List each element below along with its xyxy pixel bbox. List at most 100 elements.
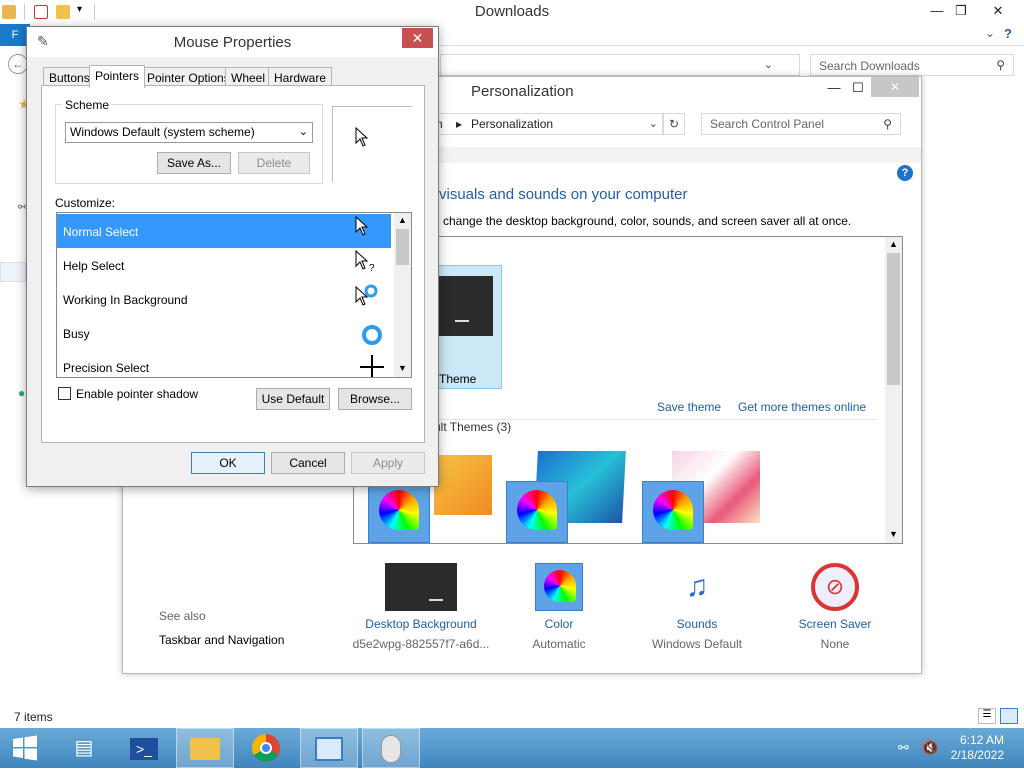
sounds-label[interactable]: Sounds	[627, 617, 767, 631]
pointer-list[interactable]: Normal Select Help Select ? Working In B…	[56, 212, 412, 378]
nav-pane-item[interactable]	[0, 262, 26, 282]
tab-hardware[interactable]: Hardware	[268, 67, 333, 87]
close-button[interactable]: ✕	[871, 77, 919, 97]
my-theme-tile[interactable]: Theme	[438, 265, 502, 389]
scroll-down-icon[interactable]: ▼	[889, 529, 898, 539]
mouse-properties-dialog: ✎ Mouse Properties ✕ Buttons Pointers Po…	[26, 26, 439, 487]
address-bar[interactable]: n ▸ Personalization ⌄	[433, 113, 663, 135]
apply-button[interactable]: Apply	[351, 452, 425, 474]
scheme-select[interactable]: Windows Default (system scheme) ⌄	[65, 122, 313, 143]
close-button[interactable]: ✕	[983, 0, 1013, 22]
search-placeholder: Search Control Panel	[710, 117, 825, 131]
close-button[interactable]: ✕	[402, 28, 433, 48]
page-heading: visuals and sounds on your computer	[439, 186, 688, 203]
globe-icon[interactable]: ●	[18, 386, 25, 400]
customize-label: Customize:	[55, 196, 116, 210]
scrollbar-thumb[interactable]	[887, 253, 900, 385]
desktop-background-label[interactable]: Desktop Background	[351, 617, 491, 631]
file-explorer-icon[interactable]	[176, 728, 234, 768]
desktop-background-item[interactable]: Desktop Background d5e2wpg-882557f7-a6d.…	[351, 563, 491, 651]
list-item-label: Precision Select	[63, 361, 150, 375]
volume-muted-icon[interactable]: 🔇	[922, 740, 938, 756]
tab-wheel[interactable]: Wheel	[225, 67, 272, 87]
help-icon[interactable]: ?	[1004, 26, 1012, 41]
scrollbar-thumb[interactable]	[396, 229, 409, 265]
details-view-icon[interactable]: ☰	[978, 708, 996, 724]
ok-button[interactable]: OK	[191, 452, 265, 474]
address-bar[interactable]: ⌄ ↻	[440, 54, 821, 76]
see-also-label: See also	[159, 609, 206, 623]
theme-color-swatch[interactable]	[642, 481, 704, 543]
restore-button[interactable]: ❐	[946, 0, 976, 22]
theme-color-swatch[interactable]	[368, 481, 430, 543]
clock-time: 6:12 AM	[959, 733, 1004, 747]
taskbar-navigation-link[interactable]: Taskbar and Navigation	[159, 633, 284, 647]
save-theme-link[interactable]: Save theme	[657, 400, 721, 414]
get-more-themes-link[interactable]: Get more themes online	[738, 400, 866, 414]
save-as-button[interactable]: Save As...	[157, 152, 231, 174]
help-icon[interactable]: ?	[897, 165, 913, 181]
chevron-down-icon: ⌄	[298, 126, 308, 138]
theme-thumbnail	[439, 276, 493, 336]
cancel-button[interactable]: Cancel	[271, 452, 345, 474]
scroll-up-icon[interactable]: ▲	[398, 215, 407, 225]
chrome-icon[interactable]	[238, 728, 294, 768]
color-item[interactable]: Color Automatic	[489, 563, 629, 651]
search-downloads-input[interactable]: Search Downloads ⚲	[810, 54, 1014, 76]
list-item-working-in-background[interactable]: Working In Background	[57, 282, 391, 316]
delete-button[interactable]: Delete	[238, 152, 310, 174]
thumbnail-logo	[429, 599, 443, 601]
color-fan-icon	[653, 490, 693, 530]
network-tray-icon[interactable]: ⚯	[898, 740, 909, 756]
theme-windows-thumbnail[interactable]	[434, 455, 492, 515]
expand-ribbon-icon[interactable]: ⌄	[985, 26, 995, 40]
address-dropdown-icon[interactable]: ⌄	[764, 58, 773, 71]
breadcrumb-separator-icon: ▸	[456, 117, 463, 131]
use-default-button[interactable]: Use Default	[256, 388, 330, 410]
address-dropdown-icon[interactable]: ⌄	[649, 117, 658, 130]
sounds-icon: ♫	[685, 570, 709, 603]
scroll-up-icon[interactable]: ▲	[889, 239, 898, 249]
control-panel-icon[interactable]	[300, 728, 358, 768]
color-label[interactable]: Color	[489, 617, 629, 631]
start-button[interactable]	[0, 728, 50, 768]
color-fan-icon	[379, 490, 419, 530]
refresh-icon[interactable]: ↻	[663, 113, 685, 135]
pointer-list-scrollbar[interactable]: ▲ ▼	[394, 213, 411, 377]
scheme-value: Windows Default (system scheme)	[70, 125, 255, 139]
color-icon	[535, 563, 583, 611]
explorer-titlebar: ▾ Downloads — ❐ ✕	[0, 0, 1024, 24]
search-icon: ⚲	[883, 117, 892, 131]
clock[interactable]: 6:12 AM 2/18/2022	[951, 733, 1004, 763]
screen-saver-value: None	[820, 637, 850, 651]
window-title: Downloads	[474, 3, 550, 20]
mouse-properties-taskbar-icon[interactable]	[362, 728, 420, 768]
themes-scrollbar[interactable]: ▲ ▼	[885, 237, 902, 543]
browse-button[interactable]: Browse...	[338, 388, 412, 410]
screen-saver-item[interactable]: ⊘ Screen Saver None	[765, 563, 905, 651]
back-icon[interactable]: ←	[8, 54, 28, 74]
list-item-precision-select[interactable]: Precision Select	[57, 350, 391, 377]
sounds-item[interactable]: ♫ Sounds Windows Default	[627, 563, 767, 651]
theme-label: Theme	[439, 372, 477, 386]
large-icons-view-icon[interactable]	[1000, 708, 1018, 724]
server-manager-icon[interactable]: ▤	[56, 728, 112, 768]
list-item-help-select[interactable]: Help Select ?	[57, 248, 391, 282]
help-cursor-icon: ?	[355, 249, 377, 277]
maximize-button[interactable]: ☐	[843, 77, 873, 99]
crosshair-cursor-icon	[359, 354, 385, 377]
powershell-icon[interactable]: >_	[116, 728, 172, 768]
search-control-panel-input[interactable]: Search Control Panel ⚲	[701, 113, 901, 135]
tab-pointer-options[interactable]: Pointer Options	[141, 67, 236, 87]
theme-color-swatch[interactable]	[506, 481, 568, 543]
pointers-tab-page: Scheme Windows Default (system scheme) ⌄…	[41, 85, 425, 443]
list-item-busy[interactable]: Busy	[57, 316, 391, 350]
enable-pointer-shadow-checkbox[interactable]	[58, 387, 71, 400]
enable-pointer-shadow-label[interactable]: Enable pointer shadow	[76, 387, 198, 401]
breadcrumb-item[interactable]: Personalization	[471, 117, 553, 131]
scroll-down-icon[interactable]: ▼	[398, 363, 407, 373]
screen-saver-label[interactable]: Screen Saver	[765, 617, 905, 631]
list-item-normal-select[interactable]: Normal Select	[57, 214, 391, 248]
tab-pointers[interactable]: Pointers	[89, 65, 146, 88]
tab-buttons[interactable]: Buttons	[43, 67, 96, 87]
